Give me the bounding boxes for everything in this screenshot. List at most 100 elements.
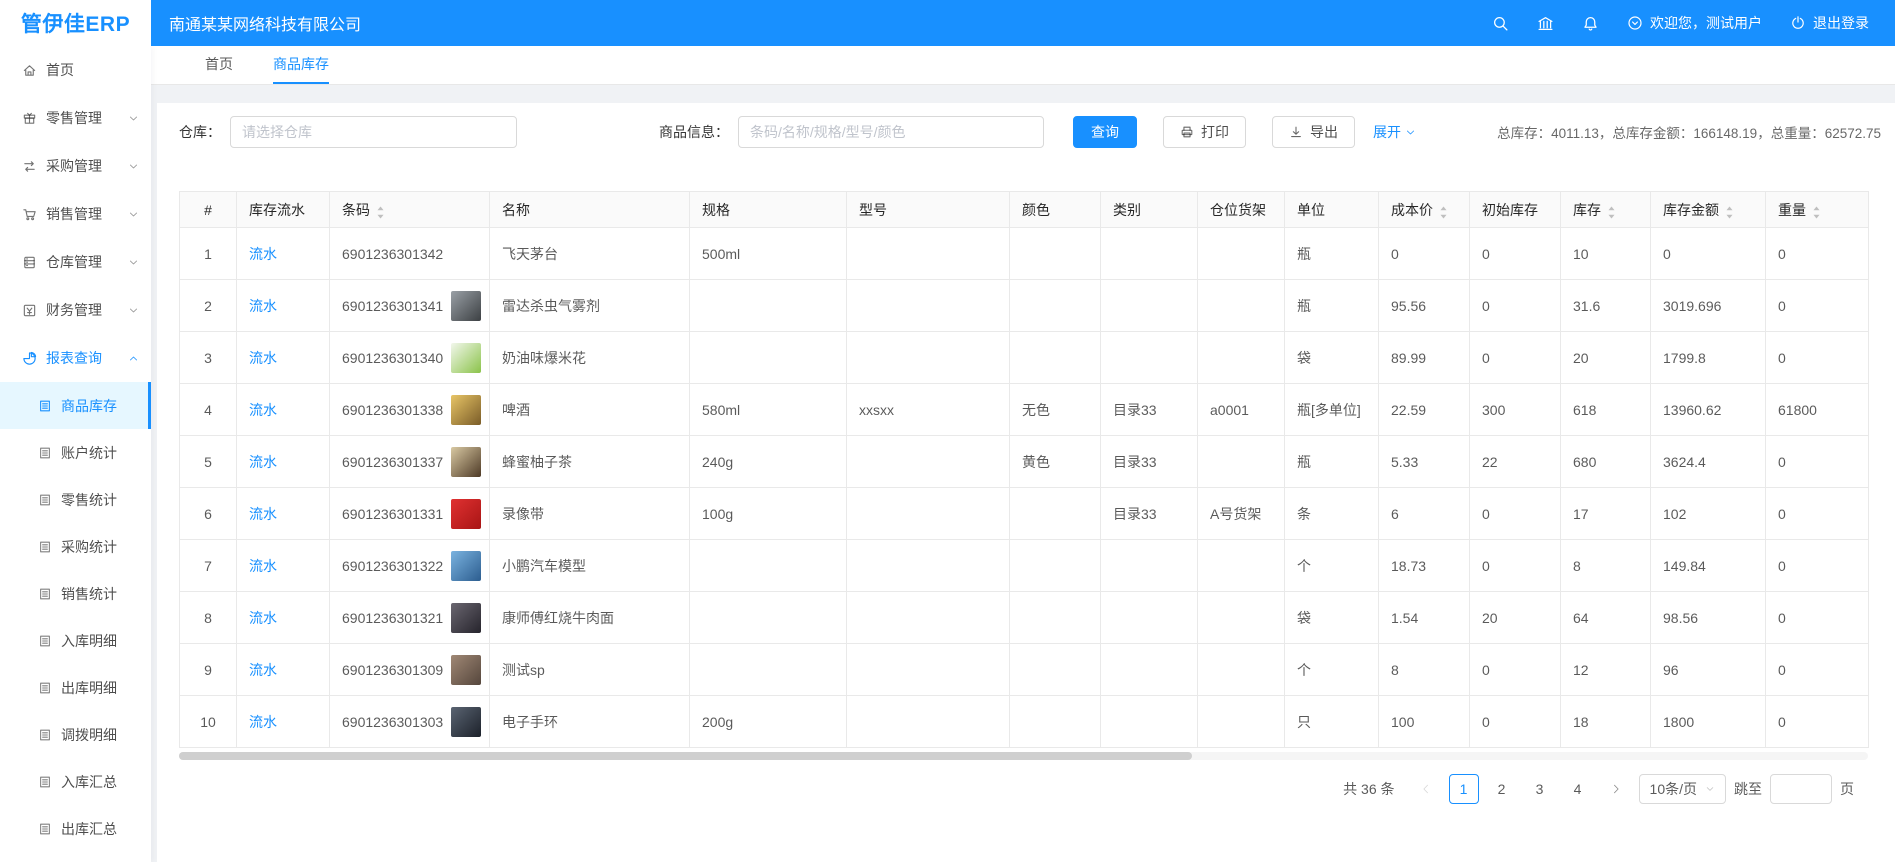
weight: 61800: [1766, 384, 1869, 436]
product-thumbnail[interactable]: [451, 343, 481, 373]
bell-icon[interactable]: [1582, 15, 1599, 32]
sidebar-subitem-label: 入库明细: [61, 631, 117, 651]
sidebar-item-label: 财务管理: [46, 300, 102, 320]
doc-icon: [38, 399, 52, 413]
column-label: 库存金额: [1663, 202, 1719, 218]
color: [1010, 488, 1101, 540]
flow-link[interactable]: 流水: [249, 350, 277, 366]
product-thumbnail[interactable]: [451, 655, 481, 685]
sidebar-item-2[interactable]: 零售管理: [0, 94, 151, 142]
column-label: 规格: [702, 202, 730, 218]
print-button[interactable]: 打印: [1163, 116, 1246, 148]
page-button-1[interactable]: 1: [1449, 774, 1479, 804]
stock: 618: [1561, 384, 1651, 436]
sidebar-item-1[interactable]: 首页: [0, 46, 151, 94]
sidebar-subitem-4[interactable]: 采购统计: [0, 523, 151, 570]
unit: 袋: [1285, 332, 1379, 384]
flow-link-cell: 流水: [237, 332, 330, 384]
product-thumbnail[interactable]: [451, 395, 481, 425]
horizontal-scrollbar-thumb[interactable]: [179, 752, 1192, 760]
flow-link[interactable]: 流水: [249, 506, 277, 522]
sidebar-item-5[interactable]: 仓库管理: [0, 238, 151, 286]
unit: 瓶[多单位]: [1285, 384, 1379, 436]
product-info-input[interactable]: [738, 116, 1044, 148]
cost-price: 89.99: [1379, 332, 1470, 384]
sidebar-item-4[interactable]: 销售管理: [0, 190, 151, 238]
weight: 0: [1766, 696, 1869, 748]
sidebar-subitem-1[interactable]: 商品库存: [0, 382, 151, 429]
column-header-11[interactable]: 成本价: [1379, 192, 1470, 228]
product-thumbnail[interactable]: [451, 707, 481, 737]
sidebar-subitem-9[interactable]: 入库汇总: [0, 758, 151, 805]
warehouse-select[interactable]: [230, 116, 517, 148]
sort-icon[interactable]: [376, 205, 385, 217]
page-size-select[interactable]: 10条/页: [1639, 774, 1726, 804]
sales-icon: [22, 207, 37, 222]
flow-link[interactable]: 流水: [249, 298, 277, 314]
tab-2[interactable]: 商品库存: [273, 46, 329, 84]
sort-icon[interactable]: [1439, 205, 1448, 217]
sidebar-subitem-8[interactable]: 调拨明细: [0, 711, 151, 758]
expand-link[interactable]: 展开: [1373, 122, 1416, 142]
tab-1[interactable]: 首页: [205, 46, 233, 84]
next-page-button[interactable]: [1601, 774, 1631, 804]
sidebar-subitem-6[interactable]: 入库明细: [0, 617, 151, 664]
product-thumbnail[interactable]: [451, 291, 481, 321]
sidebar-subitem-5[interactable]: 销售统计: [0, 570, 151, 617]
search-icon[interactable]: [1492, 15, 1509, 32]
sort-icon[interactable]: [1607, 205, 1616, 217]
flow-link[interactable]: 流水: [249, 454, 277, 470]
logout-button[interactable]: 退出登录: [1790, 13, 1869, 33]
color: [1010, 280, 1101, 332]
export-button[interactable]: 导出: [1272, 116, 1355, 148]
column-header-13[interactable]: 库存: [1561, 192, 1651, 228]
row-index: 6: [180, 488, 237, 540]
column-header-14[interactable]: 库存金额: [1651, 192, 1766, 228]
color: [1010, 696, 1101, 748]
flow-link[interactable]: 流水: [249, 662, 277, 678]
barcode-value: 6901236301341: [342, 298, 443, 314]
sidebar-subitem-2[interactable]: 账户统计: [0, 429, 151, 476]
flow-link[interactable]: 流水: [249, 558, 277, 574]
sidebar-item-7[interactable]: 报表查询: [0, 334, 151, 382]
sidebar-item-label: 零售管理: [46, 108, 102, 128]
flow-link-cell: 流水: [237, 384, 330, 436]
page-button-3[interactable]: 3: [1525, 774, 1555, 804]
sidebar-subitem-10[interactable]: 出库汇总: [0, 805, 151, 852]
doc-icon: [38, 446, 52, 460]
column-header-3[interactable]: 条码: [330, 192, 490, 228]
product-thumbnail[interactable]: [451, 551, 481, 581]
flow-link[interactable]: 流水: [249, 402, 277, 418]
column-label: 库存流水: [249, 202, 305, 218]
user-menu[interactable]: 欢迎您，测试用户: [1627, 13, 1762, 33]
sort-icon[interactable]: [1812, 205, 1821, 217]
sidebar-item-3[interactable]: 采购管理: [0, 142, 151, 190]
category: 目录33: [1101, 436, 1198, 488]
query-button[interactable]: 查询: [1073, 116, 1137, 148]
product-thumbnail[interactable]: [451, 499, 481, 529]
flow-link[interactable]: 流水: [249, 246, 277, 262]
cost-price: 95.56: [1379, 280, 1470, 332]
purchase-icon: [22, 159, 37, 174]
home-icon: [22, 63, 37, 78]
product-thumbnail[interactable]: [451, 603, 481, 633]
column-header-15[interactable]: 重量: [1766, 192, 1869, 228]
doc-icon: [38, 540, 52, 554]
sidebar-subitem-3[interactable]: 零售统计: [0, 476, 151, 523]
sort-icon[interactable]: [1725, 205, 1734, 217]
page-button-2[interactable]: 2: [1487, 774, 1517, 804]
column-header-1: #: [180, 192, 237, 228]
column-header-10: 单位: [1285, 192, 1379, 228]
sidebar-item-6[interactable]: 财务管理: [0, 286, 151, 334]
bank-icon[interactable]: [1537, 15, 1554, 32]
barcode-value: 6901236301331: [342, 506, 443, 522]
prev-page-button[interactable]: [1411, 774, 1441, 804]
product-thumbnail[interactable]: [451, 447, 481, 477]
flow-link[interactable]: 流水: [249, 610, 277, 626]
sidebar-subitem-7[interactable]: 出库明细: [0, 664, 151, 711]
flow-link[interactable]: 流水: [249, 714, 277, 730]
weight: 0: [1766, 540, 1869, 592]
page-button-4[interactable]: 4: [1563, 774, 1593, 804]
jump-input[interactable]: [1770, 774, 1832, 804]
horizontal-scrollbar[interactable]: [179, 752, 1868, 760]
